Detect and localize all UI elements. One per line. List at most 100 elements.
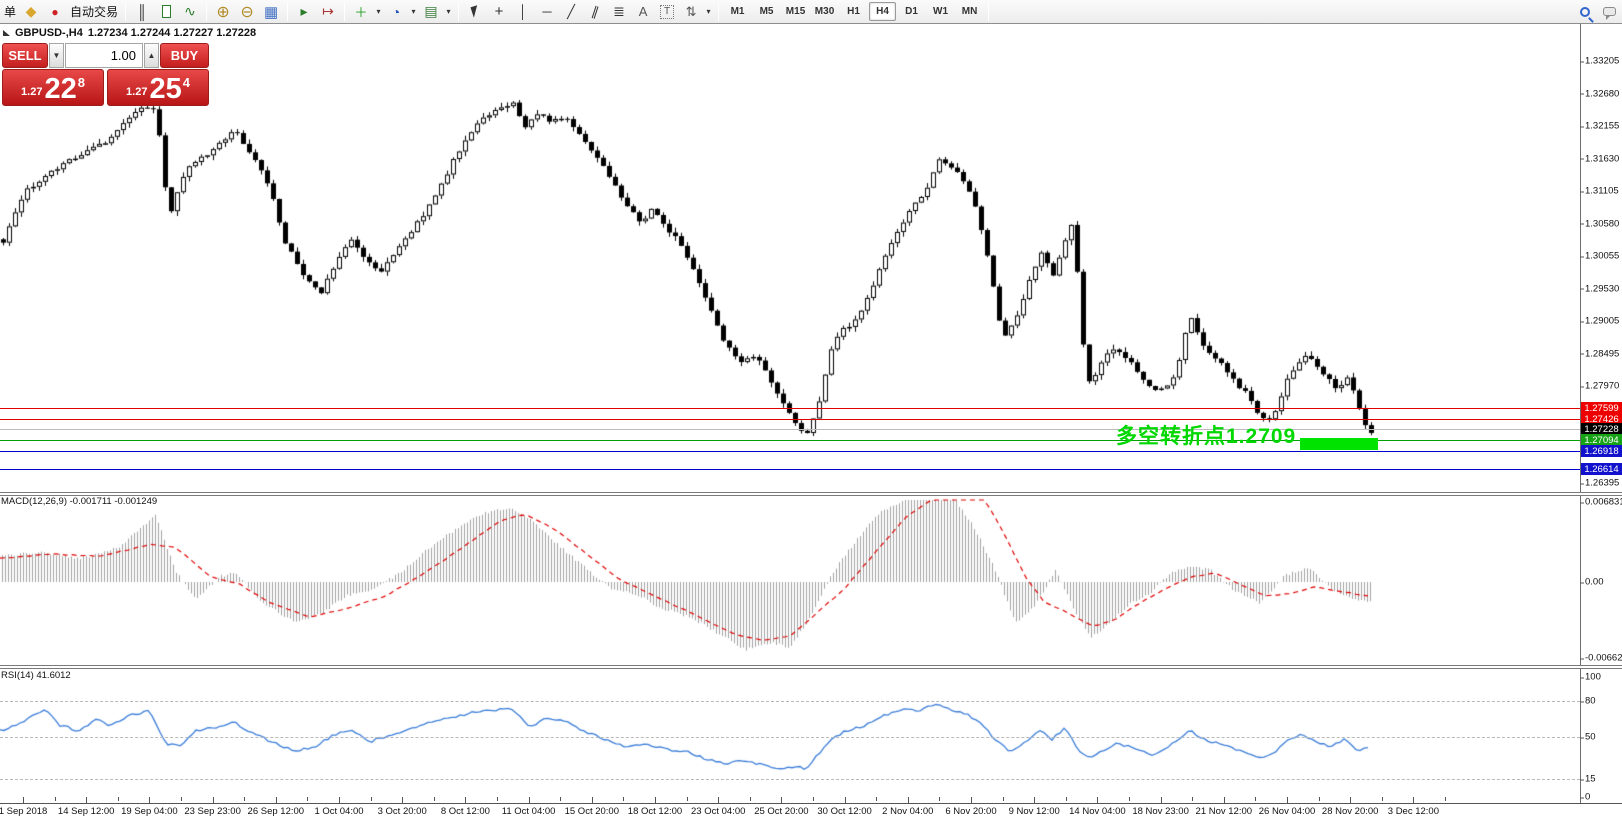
time-axis-tick: [339, 797, 340, 803]
volume-input[interactable]: [66, 48, 142, 63]
rsi-gridline: [0, 779, 1580, 780]
time-axis-label: 21 Nov 12:00: [1196, 806, 1253, 817]
time-axis-label: 3 Oct 20:00: [378, 806, 427, 817]
time-axis-minor-tick: [118, 797, 119, 801]
time-axis-minor-tick: [434, 797, 435, 801]
time-axis-minor-tick: [687, 797, 688, 801]
time-axis-label: 23 Sep 23:00: [184, 806, 241, 817]
horizontal-level-line[interactable]: [0, 408, 1580, 409]
price-axis-tick: 1.28495: [1585, 348, 1619, 359]
buy-price-big: 25: [149, 76, 181, 102]
time-axis-minor-tick: [1255, 797, 1256, 801]
ohlc-values: 1.27234 1.27244 1.27227 1.27228: [88, 27, 256, 39]
time-axis-tick: [845, 797, 846, 803]
rsi-axis-tick: 100: [1585, 672, 1601, 683]
time-axis-minor-tick: [1319, 797, 1320, 801]
time-axis-label: 18 Oct 12:00: [628, 806, 682, 817]
price-axis-tick: 1.29005: [1585, 316, 1619, 327]
time-axis-label: 30 Oct 12:00: [817, 806, 871, 817]
time-axis-label: 9 Nov 12:00: [1009, 806, 1060, 817]
volume-decrease-button[interactable]: ▼: [49, 43, 64, 68]
sell-price-sup: 8: [78, 75, 85, 90]
symbol-period-label: GBPUSD-,H4: [15, 27, 83, 39]
chart-marker-icon: [3, 30, 10, 36]
price-axis-tick: 1.30580: [1585, 218, 1619, 229]
price-axis-badge: 1.26614: [1581, 463, 1622, 475]
time-axis-tick: [1161, 797, 1162, 803]
macd-axis-tick: 0.006831: [1585, 497, 1622, 508]
time-axis-label: 2 Nov 04:00: [882, 806, 933, 817]
rsi-axis-tick: 80: [1585, 696, 1596, 707]
one-click-trading-panel: SELL ▼ ▲ BUY 1.27 22 8 1.27 25 4: [2, 43, 209, 106]
buy-price-panel[interactable]: 1.27 25 4: [107, 69, 209, 106]
time-axis-tick: [908, 797, 909, 803]
price-axis-tick: 1.32155: [1585, 121, 1619, 132]
horizontal-level-line[interactable]: [0, 451, 1580, 452]
time-axis-minor-tick: [55, 797, 56, 801]
rsi-gridline: [0, 737, 1580, 738]
time-axis-tick: [1224, 797, 1225, 803]
time-axis-label: 18 Nov 23:00: [1132, 806, 1189, 817]
price-axis-tick: 1.27970: [1585, 381, 1619, 392]
time-axis-minor-tick: [1445, 797, 1446, 801]
time-axis-tick: [213, 797, 214, 803]
pivot-annotation-text: 多空转折点1.2709: [1116, 420, 1296, 450]
macd-indicator-label: MACD(12,26,9) -0.001711 -0.001249: [1, 496, 157, 507]
time-axis-label: 28 Nov 20:00: [1322, 806, 1379, 817]
time-axis-label: 3 Dec 12:00: [1388, 806, 1439, 817]
macd-axis-tick: 0.00: [1585, 577, 1604, 588]
rsi-gridline: [0, 701, 1580, 702]
price-axis-tick: 1.31630: [1585, 153, 1619, 164]
sell-price-prefix: 1.27: [21, 86, 42, 98]
time-axis-tick: [1413, 797, 1414, 803]
mt4-terminal-window: 单 ◆●自动交易║∿⊕⊖▦▸↦＋▾◔▾▤▾+│─╱∥≣AT⇅▾M1M5M15M3…: [0, 0, 1622, 820]
rsi-pane-separator[interactable]: [0, 665, 1622, 669]
buy-price-sup: 4: [183, 75, 190, 90]
volume-increase-button[interactable]: ▲: [144, 43, 159, 68]
time-axis-tick: [971, 797, 972, 803]
time-axis-line: [0, 803, 1622, 804]
time-axis-tick: [23, 797, 24, 803]
time-axis-tick: [1097, 797, 1098, 803]
time-axis-minor-tick: [1192, 797, 1193, 801]
time-axis-label: 6 Nov 20:00: [945, 806, 996, 817]
time-axis-label: 26 Nov 04:00: [1259, 806, 1316, 817]
time-axis-tick: [465, 797, 466, 803]
price-chart-canvas[interactable]: [0, 0, 1622, 820]
time-axis-minor-tick: [623, 797, 624, 801]
time-axis-tick: [402, 797, 403, 803]
time-axis-minor-tick: [1129, 797, 1130, 801]
time-axis-tick: [718, 797, 719, 803]
sell-price-panel[interactable]: 1.27 22 8: [2, 69, 104, 106]
time-axis-tick: [276, 797, 277, 803]
sell-button[interactable]: SELL: [2, 43, 48, 68]
horizontal-level-line[interactable]: [0, 419, 1580, 420]
time-axis-tick: [1287, 797, 1288, 803]
time-axis-tick: [592, 797, 593, 803]
price-axis-tick: 1.29530: [1585, 283, 1619, 294]
price-axis-tick: 1.26395: [1585, 478, 1619, 489]
time-axis-label: 14 Sep 12:00: [58, 806, 115, 817]
price-axis-tick: 1.30055: [1585, 251, 1619, 262]
time-axis-minor-tick: [939, 797, 940, 801]
time-axis-minor-tick: [1003, 797, 1004, 801]
rsi-axis-tick: 15: [1585, 774, 1596, 785]
time-axis-label: 11 Oct 04:00: [502, 806, 556, 817]
macd-pane-separator[interactable]: [0, 492, 1622, 496]
price-axis-tick: 1.31105: [1585, 186, 1619, 197]
chart-header: GBPUSD-,H4 1.27234 1.27244 1.27227 1.272…: [3, 27, 256, 39]
time-axis-tick: [1350, 797, 1351, 803]
horizontal-level-line[interactable]: [0, 469, 1580, 470]
time-axis-tick: [655, 797, 656, 803]
time-axis-label: 1 Sep 2018: [0, 806, 47, 817]
time-axis-minor-tick: [1066, 797, 1067, 801]
macd-axis-tick: -0.00662: [1585, 653, 1622, 664]
rsi-axis-tick: 50: [1585, 732, 1596, 743]
time-axis-tick: [781, 797, 782, 803]
horizontal-level-line[interactable]: [0, 429, 1580, 430]
time-axis-minor-tick: [371, 797, 372, 801]
time-axis-minor-tick: [560, 797, 561, 801]
time-axis-label: 26 Sep 12:00: [248, 806, 305, 817]
buy-button[interactable]: BUY: [160, 43, 209, 68]
time-axis-tick: [86, 797, 87, 803]
